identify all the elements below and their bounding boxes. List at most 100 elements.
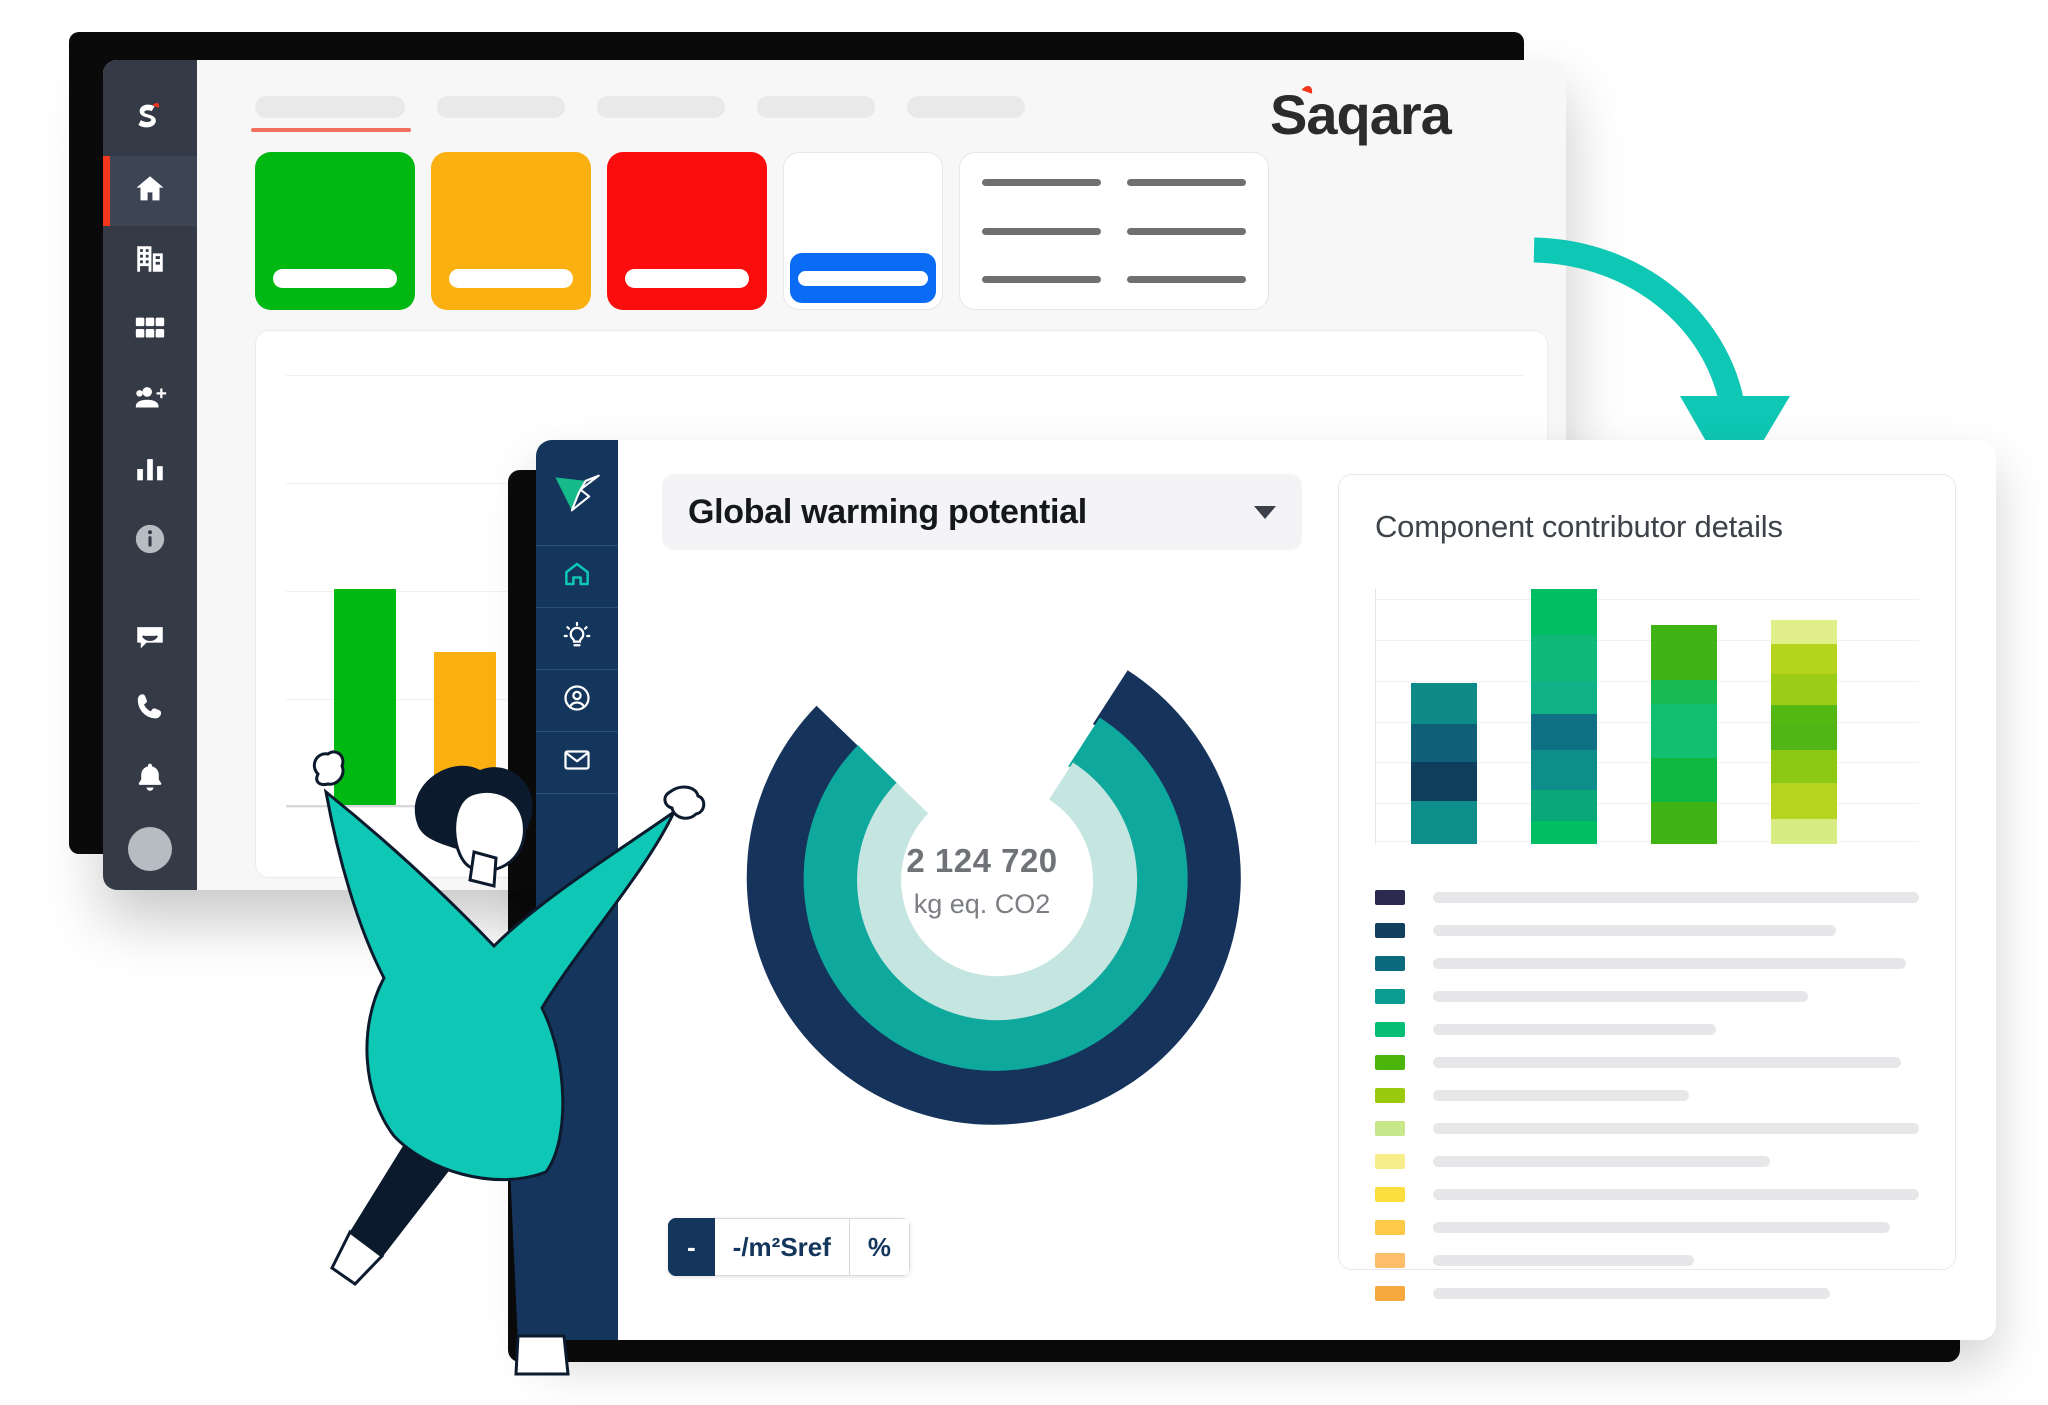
component-contributor-panel: Component contributor details (1338, 474, 1956, 1301)
legend-label-placeholder (1433, 892, 1919, 903)
legend-swatch (1375, 1022, 1405, 1037)
indicator-select[interactable]: Global warming potential (662, 474, 1302, 550)
legend-label-placeholder (1433, 958, 1907, 969)
legend-swatch (1375, 956, 1405, 971)
building-icon (133, 242, 167, 281)
sidebar-item-home[interactable] (103, 156, 197, 226)
details-column: Component contributor details (1338, 474, 1956, 1340)
legend-label-placeholder (1433, 1156, 1771, 1167)
legend-swatch (1375, 1154, 1405, 1169)
kpi-label-placeholder (449, 269, 573, 288)
info-line (1127, 276, 1246, 283)
stacked-bar[interactable] (1771, 619, 1837, 844)
sidebar-item-messages[interactable] (103, 604, 197, 674)
legend-label-placeholder (1433, 1288, 1831, 1299)
legend-swatch (1375, 923, 1405, 938)
legend-item[interactable] (1375, 1154, 1919, 1169)
legend-item[interactable] (1375, 890, 1919, 905)
info-line (982, 179, 1101, 186)
person-celebrating-illustration (150, 740, 910, 1380)
component-stacked-bar-chart (1375, 589, 1919, 844)
legend-item[interactable] (1375, 956, 1919, 971)
legend-label-placeholder (1433, 1123, 1919, 1134)
legend-label-placeholder (1433, 925, 1836, 936)
legend-item[interactable] (1375, 1055, 1919, 1070)
stacked-bar[interactable] (1531, 589, 1597, 844)
legend-item[interactable] (1375, 1220, 1919, 1235)
kpi-label-placeholder (273, 269, 397, 288)
sidebar-item-call[interactable] (103, 674, 197, 744)
home-icon (133, 172, 167, 211)
primary-cta-button[interactable] (790, 253, 936, 303)
front-sidebar-item-account[interactable] (536, 669, 618, 731)
grid-icon (133, 312, 167, 351)
kpi-card-action[interactable] (783, 152, 943, 310)
sidebar-item-reports[interactable] (103, 436, 197, 506)
sidebar-item-projects[interactable] (103, 226, 197, 296)
lightbulb-icon (562, 621, 592, 656)
info-line (1127, 179, 1246, 186)
front-sidebar-item-home[interactable] (536, 545, 618, 607)
sidebar-item-modules[interactable] (103, 296, 197, 366)
svg-text:Saqara: Saqara (1270, 83, 1453, 146)
legend-label-placeholder (1433, 1057, 1901, 1068)
legend-label-placeholder (1433, 991, 1809, 1002)
info-icon (133, 522, 167, 561)
legend-swatch (1375, 1121, 1405, 1136)
info-line (982, 227, 1101, 235)
legend-item[interactable] (1375, 1253, 1919, 1268)
legend-swatch (1375, 989, 1405, 1004)
legend-label-placeholder (1433, 1024, 1716, 1035)
info-line (1127, 227, 1246, 235)
legend-item[interactable] (1375, 1286, 1919, 1301)
indicator-select-label: Global warming potential (688, 492, 1087, 531)
saqara-wordmark: Saqara (1270, 80, 1530, 155)
origami-bird-logo-icon (536, 440, 618, 545)
legend-swatch (1375, 890, 1405, 905)
legend-swatch (1375, 1187, 1405, 1202)
kpi-card-red[interactable] (607, 152, 767, 310)
legend-item[interactable] (1375, 923, 1919, 938)
cta-label-placeholder (798, 270, 928, 286)
tab-3[interactable] (597, 96, 725, 118)
info-row (982, 227, 1246, 235)
tab-4[interactable] (757, 96, 875, 118)
contributor-legend (1375, 890, 1919, 1301)
sidebar-item-info[interactable] (103, 506, 197, 576)
legend-item[interactable] (1375, 1121, 1919, 1136)
legend-label-placeholder (1433, 1189, 1919, 1200)
legend-item[interactable] (1375, 1088, 1919, 1103)
legend-label-placeholder (1433, 1255, 1695, 1266)
stacked-bar[interactable] (1411, 683, 1477, 844)
tab-1[interactable] (251, 96, 411, 132)
legend-item[interactable] (1375, 1187, 1919, 1202)
chat-icon (133, 620, 167, 659)
kpi-card-green[interactable] (255, 152, 415, 310)
legend-swatch (1375, 1253, 1405, 1268)
legend-swatch (1375, 1286, 1405, 1301)
bar-chart-icon (133, 452, 167, 491)
info-line (982, 276, 1101, 283)
tab-5[interactable] (907, 96, 1025, 118)
user-circle-icon (562, 683, 592, 718)
tab-2[interactable] (437, 96, 565, 118)
info-row (982, 179, 1246, 186)
kpi-card-amber[interactable] (431, 152, 591, 310)
info-row (982, 276, 1246, 283)
legend-label-placeholder (1433, 1090, 1689, 1101)
kpi-label-placeholder (625, 269, 749, 288)
screenshot-stage: Global warming potential 2 124 720 kg eq… (0, 0, 2048, 1405)
legend-swatch (1375, 1088, 1405, 1103)
info-summary-card (959, 152, 1269, 310)
add-user-icon (133, 382, 167, 421)
legend-swatch (1375, 1220, 1405, 1235)
legend-item[interactable] (1375, 1022, 1919, 1037)
legend-swatch (1375, 1055, 1405, 1070)
legend-label-placeholder (1433, 1222, 1890, 1233)
sidebar-item-add-user[interactable] (103, 366, 197, 436)
stacked-bar[interactable] (1651, 624, 1717, 844)
front-sidebar-item-insights[interactable] (536, 607, 618, 669)
home-icon (562, 559, 592, 594)
saqara-s-logo-icon (103, 76, 197, 156)
legend-item[interactable] (1375, 989, 1919, 1004)
